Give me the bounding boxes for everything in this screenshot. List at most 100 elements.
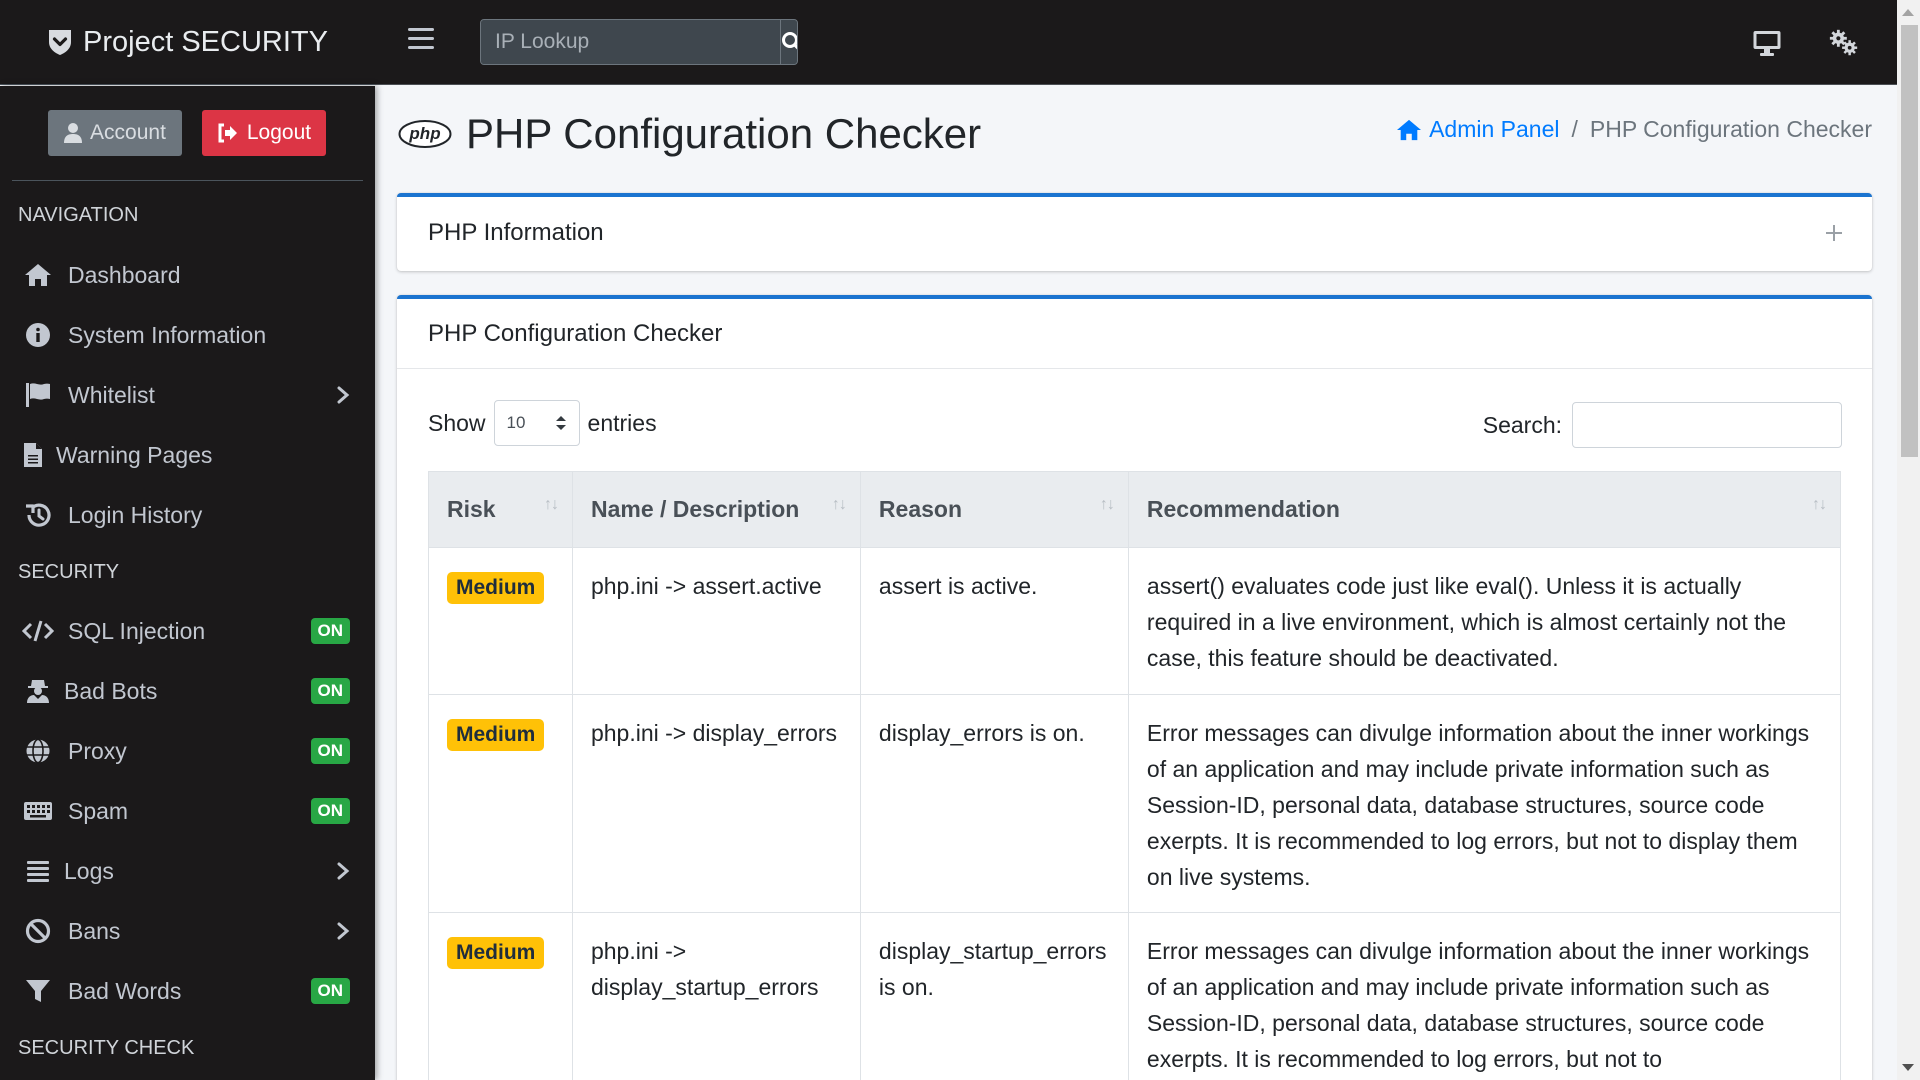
info-circle-icon [22, 321, 54, 349]
sidebar-item-label: Bans [68, 917, 121, 944]
cell-recommendation: Error messages can divulge information a… [1127, 694, 1842, 913]
keyboard-icon [22, 797, 54, 825]
status-badge: ON [310, 678, 350, 704]
table-search-input[interactable] [1572, 402, 1842, 448]
breadcrumb-current: PHP Configuration Checker [1589, 116, 1872, 142]
cell-name: php.ini -> assert.active [571, 547, 861, 695]
sidebar-item-bad-bots[interactable]: Bad Bots ON [0, 664, 375, 718]
breadcrumb-separator: / [1571, 116, 1578, 142]
account-button[interactable]: Account [48, 110, 182, 156]
history-icon [22, 501, 54, 529]
plus-icon[interactable] [1822, 221, 1846, 245]
sidebar-item-sql-injection[interactable]: SQL Injection ON [0, 604, 375, 658]
status-badge: ON [310, 978, 350, 1004]
account-label: Account [90, 121, 166, 144]
sidebar-item-whitelist[interactable]: Whitelist [0, 368, 375, 422]
status-badge: ON [310, 798, 350, 824]
select-arrows-icon [555, 416, 566, 430]
page-header: php PHP Configuration Checker [398, 110, 981, 158]
sidebar-divider [12, 180, 363, 181]
file-icon [20, 441, 46, 469]
status-badge: ON [310, 618, 350, 644]
page-length-select[interactable]: 10 [493, 400, 580, 446]
table-row: Medium php.ini -> display_startup_errors… [428, 912, 1842, 1080]
card-title: PHP Information [428, 219, 604, 246]
column-header-risk[interactable]: Risk ↑↓ [428, 471, 573, 548]
user-secret-icon [22, 677, 54, 705]
breadcrumb: Admin Panel / PHP Configuration Checker [1395, 116, 1872, 143]
breadcrumb-admin-panel[interactable]: Admin Panel [1395, 116, 1560, 143]
sidebar-item-label: System Information [68, 321, 267, 348]
logout-button[interactable]: Logout [202, 110, 326, 156]
sidebar-item-logs[interactable]: Logs [0, 844, 375, 898]
search-icon [782, 32, 797, 50]
ban-icon [22, 917, 54, 945]
main-content: php PHP Configuration Checker Admin Pane… [375, 86, 1897, 1080]
sidebar-item-proxy[interactable]: Proxy ON [0, 724, 375, 778]
table-header-row: Risk ↑↓ Name / Description ↑↓ Reason ↑↓ Rec… [428, 471, 1842, 548]
shield-check-icon [49, 30, 72, 55]
nav-header-security-check: SECURITY CHECK [18, 1037, 195, 1059]
home-icon [1397, 119, 1422, 140]
sidebar-item-bans[interactable]: Bans [0, 904, 375, 958]
hamburger-icon[interactable] [408, 28, 434, 52]
sidebar-item-label: Proxy [68, 737, 127, 764]
search-label: Search: [1482, 411, 1562, 438]
risk-badge: Medium [447, 572, 545, 604]
sidebar-item-dashboard[interactable]: Dashboard [0, 248, 375, 302]
scroll-down-arrow-icon[interactable] [1902, 1064, 1914, 1071]
card-title: PHP Configuration Checker [428, 320, 723, 347]
brand[interactable]: Project SECURITY [0, 0, 375, 85]
sort-icon: ↑↓ [1812, 496, 1827, 513]
sort-icon: ↑↓ [1099, 496, 1115, 513]
page-title: PHP Configuration Checker [466, 110, 982, 157]
ip-lookup-search-button[interactable] [780, 20, 797, 64]
cell-name: php.ini -> display_startup_errors [571, 912, 861, 1080]
scroll-up-arrow-icon[interactable] [1902, 9, 1914, 16]
filter-icon [22, 977, 54, 1005]
ip-lookup-input[interactable] [481, 20, 780, 64]
table-row: Medium php.ini -> assert.active assert i… [428, 547, 1842, 695]
sidebar-item-label: SQL Injection [68, 617, 206, 644]
cell-reason: display_startup_errors is on. [859, 912, 1129, 1080]
sidebar-item-spam[interactable]: Spam ON [0, 784, 375, 838]
flag-icon [22, 381, 54, 409]
cell-name: php.ini -> display_errors [571, 694, 861, 913]
sidebar-item-label: Bad Words [68, 977, 182, 1004]
user-icon [64, 123, 83, 143]
breadcrumb-home-label: Admin Panel [1429, 116, 1560, 142]
sidebar-item-label: Whitelist [68, 381, 155, 408]
sidebar-item-bad-words[interactable]: Bad Words ON [0, 964, 375, 1018]
column-header-recommendation[interactable]: Recommendation ↑↓ [1127, 471, 1842, 548]
sign-out-icon [218, 123, 237, 143]
monitor-icon[interactable] [1751, 28, 1783, 58]
home-icon [22, 261, 54, 289]
brand-name: Project SECURITY [83, 25, 328, 58]
php-config-checker-card: PHP Configuration Checker Show 10 entrie… [397, 295, 1872, 1080]
status-badge: ON [310, 738, 350, 764]
gears-icon[interactable] [1828, 28, 1860, 58]
card-header: PHP Configuration Checker [397, 299, 1872, 369]
cell-recommendation: assert() evaluates code just like eval()… [1127, 547, 1842, 695]
sidebar-item-label: Spam [68, 797, 129, 824]
sidebar-item-warning-pages[interactable]: Warning Pages [0, 428, 375, 482]
ip-lookup-group [480, 19, 798, 65]
chevron-right-icon [337, 862, 350, 880]
cell-reason: display_errors is on. [859, 694, 1129, 913]
chevron-right-icon [337, 386, 350, 404]
scrollbar-thumb[interactable] [1901, 25, 1918, 457]
column-header-reason[interactable]: Reason ↑↓ [859, 471, 1129, 548]
sort-icon: ↑↓ [831, 496, 847, 513]
risk-badge: Medium [447, 937, 545, 969]
sidebar-item-label: Dashboard [68, 261, 181, 288]
sidebar-item-system-information[interactable]: System Information [0, 308, 375, 362]
table-row: Medium php.ini -> display_errors display… [428, 694, 1842, 913]
sidebar-item-label: Warning Pages [56, 441, 213, 468]
column-header-name[interactable]: Name / Description ↑↓ [571, 471, 861, 548]
code-icon [22, 617, 54, 645]
cell-reason: assert is active. [859, 547, 1129, 695]
svg-text:php: php [408, 124, 440, 143]
sort-icon: ↑↓ [543, 496, 559, 513]
sidebar-item-login-history[interactable]: Login History [0, 488, 375, 542]
page-scrollbar[interactable] [1897, 0, 1920, 1080]
